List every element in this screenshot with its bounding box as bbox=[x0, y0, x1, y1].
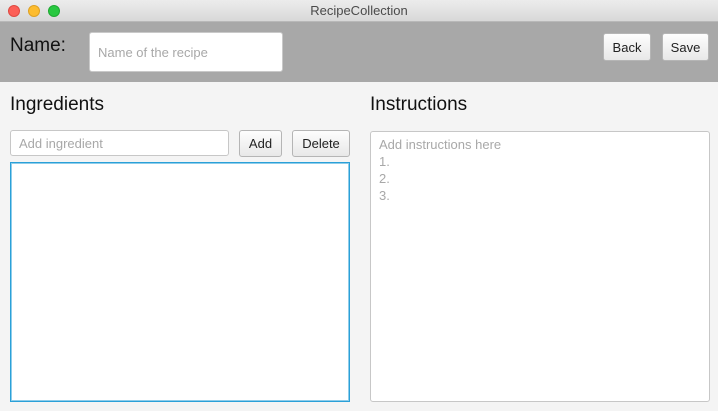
ingredients-heading: Ingredients bbox=[10, 94, 105, 115]
delete-ingredient-button[interactable]: Delete bbox=[292, 130, 350, 157]
ingredients-list[interactable] bbox=[10, 162, 350, 402]
instructions-textarea[interactable] bbox=[370, 131, 710, 402]
window-title: RecipeCollection bbox=[310, 3, 408, 18]
header-bar: Name: Back Save bbox=[0, 22, 718, 82]
instructions-heading: Instructions bbox=[370, 94, 468, 115]
back-button[interactable]: Back bbox=[603, 33, 651, 61]
add-ingredient-input[interactable] bbox=[10, 130, 229, 156]
name-label: Name: bbox=[10, 35, 66, 56]
save-button[interactable]: Save bbox=[662, 33, 709, 61]
app-window: RecipeCollection Name: Back Save Ingredi… bbox=[0, 0, 718, 411]
title-bar[interactable]: RecipeCollection bbox=[0, 0, 718, 22]
add-ingredient-button[interactable]: Add bbox=[239, 130, 282, 157]
recipe-name-input[interactable] bbox=[89, 32, 283, 72]
